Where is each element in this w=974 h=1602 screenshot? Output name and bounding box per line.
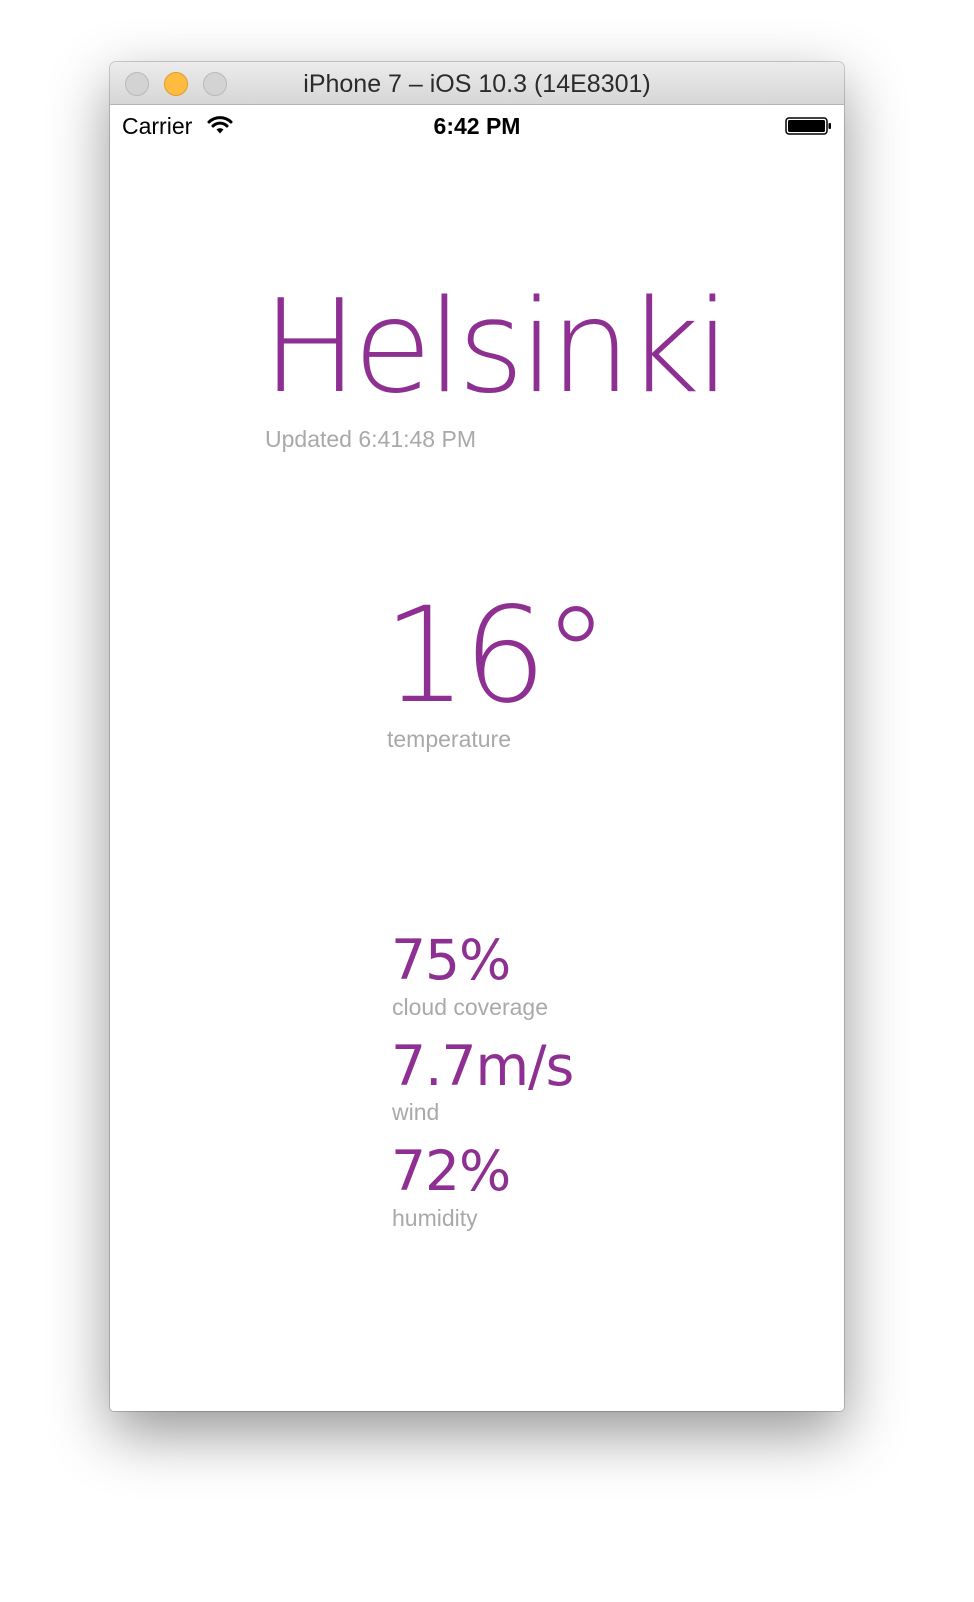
temperature-label: temperature [387, 726, 512, 752]
humidity-label: humidity [392, 1205, 478, 1231]
status-time: 6:42 PM [433, 113, 521, 139]
wind-value: 7.7m/s [391, 1034, 574, 1098]
updated-timestamp: Updated 6:41:48 PM [265, 426, 476, 452]
city-name: Helsinki [262, 273, 731, 422]
window-title: iPhone 7 – iOS 10.3 (14E8301) [303, 70, 651, 98]
temperature-value: 16° [383, 579, 609, 733]
humidity-value: 72% [391, 1139, 511, 1203]
cloud-coverage-value: 75% [391, 928, 511, 992]
battery-full-icon [785, 117, 831, 135]
simulator-window: iPhone 7 – iOS 10.3 (14E8301) Carrier 6:… [110, 62, 844, 1411]
wind-label: wind [392, 1099, 440, 1125]
cloud-coverage-label: cloud coverage [392, 994, 548, 1020]
status-bar: Carrier 6:42 PM [110, 105, 844, 145]
window-title-bar[interactable]: iPhone 7 – iOS 10.3 (14E8301) [110, 62, 844, 105]
